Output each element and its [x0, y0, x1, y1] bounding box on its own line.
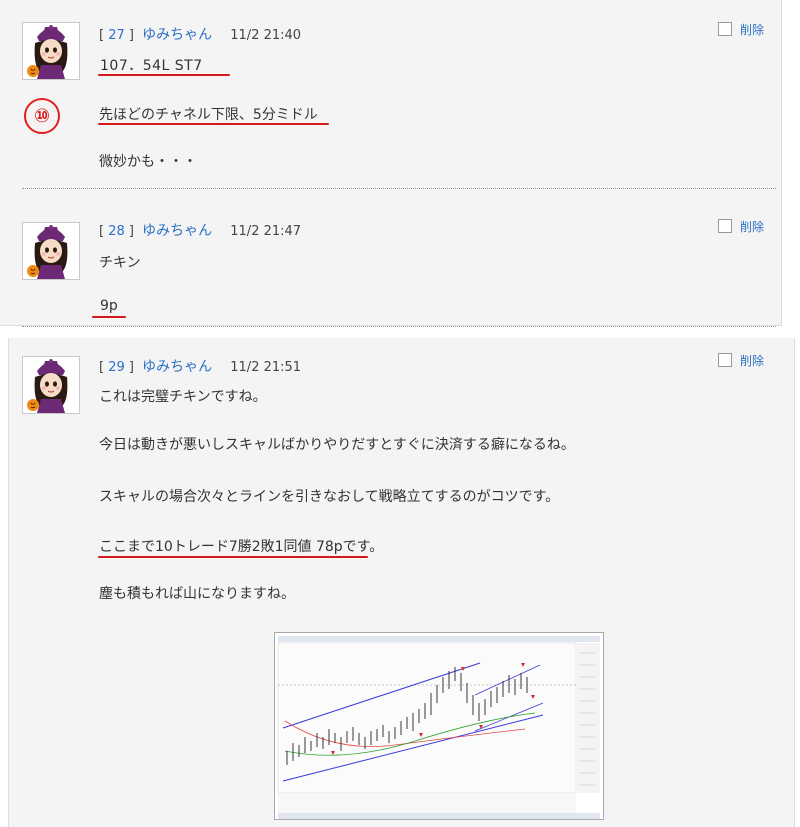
avatar-icon: [23, 357, 79, 413]
comment-separator: [22, 326, 776, 327]
trading-chart-image: [275, 633, 603, 819]
author-name-link[interactable]: ゆみちゃん: [142, 223, 212, 239]
comment-timestamp: 11/2 21:51: [230, 360, 302, 375]
comment-line: 9p: [100, 298, 118, 314]
comment-line: 微妙かも・・・: [99, 154, 197, 170]
red-underline: [98, 74, 230, 76]
delete-control: 削除: [718, 352, 764, 369]
red-underline: [98, 123, 329, 125]
annotation-circle-number: ⑩: [24, 98, 60, 134]
delete-control: 削除: [718, 218, 764, 235]
author-name-link[interactable]: ゆみちゃん: [142, 27, 212, 43]
delete-label[interactable]: 削除: [740, 23, 764, 37]
delete-label[interactable]: 削除: [740, 354, 764, 368]
comment-line: 107．54L ST7: [100, 58, 203, 74]
comment-line: 今日は動きが悪いしスキャルばかりやりだすとすぐに決済する癖になるね。: [99, 437, 575, 453]
avatar-icon: [23, 223, 79, 279]
red-underline: [92, 316, 126, 318]
comment-timestamp: 11/2 21:47: [230, 224, 302, 239]
comment-meta: [ 29 ] ゆみちゃん 11/2 21:51: [99, 359, 302, 375]
comment-number-link[interactable]: 28: [108, 224, 125, 239]
delete-control: 削除: [718, 21, 764, 38]
comment-line: 塵も積もれば山になりますね。: [99, 586, 295, 602]
comment-meta: [ 28 ] ゆみちゃん 11/2 21:47: [99, 223, 302, 239]
comment-number-link[interactable]: 29: [108, 360, 125, 375]
comment-line: チキン: [99, 255, 141, 271]
avatar[interactable]: [22, 22, 80, 80]
avatar[interactable]: [22, 356, 80, 414]
chart-screenshot-thumbnail[interactable]: [274, 632, 604, 820]
comment-meta: [ 27 ] ゆみちゃん 11/2 21:40: [99, 27, 302, 43]
delete-checkbox[interactable]: [718, 219, 732, 233]
avatar-icon: [23, 23, 79, 79]
comment-timestamp: 11/2 21:40: [230, 28, 302, 43]
author-name-link[interactable]: ゆみちゃん: [142, 359, 212, 375]
comment-line: これは完璧チキンですね。: [99, 389, 267, 405]
comment-line: ここまで10トレード7勝2敗1同値 78pです。: [99, 539, 384, 555]
delete-checkbox[interactable]: [718, 22, 732, 36]
comment-line: スキャルの場合次々とラインを引きなおして戦略立てするのがコツです。: [99, 489, 560, 505]
avatar[interactable]: [22, 222, 80, 280]
comment-line: 先ほどのチャネル下限、5分ミドル: [99, 107, 318, 123]
comment-number-link[interactable]: 27: [108, 28, 125, 43]
delete-checkbox[interactable]: [718, 353, 732, 367]
delete-label[interactable]: 削除: [740, 220, 764, 234]
red-underline: [98, 556, 368, 558]
comment-separator: [22, 188, 776, 189]
